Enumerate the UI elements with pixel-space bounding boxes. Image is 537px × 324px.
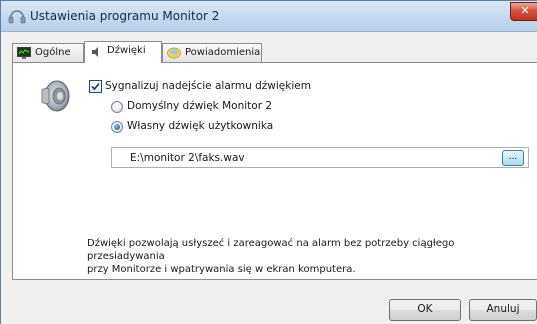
- signal-alarm-label[interactable]: Sygnalizuj nadejście alarmu dźwiękiem: [105, 80, 311, 92]
- default-sound-label[interactable]: Domyślny dźwięk Monitor 2: [127, 100, 272, 112]
- browse-button[interactable]: ...: [502, 150, 524, 166]
- sound-file-path-field[interactable]: [111, 147, 529, 168]
- notification-icon: [167, 47, 181, 59]
- sound-file-path-input[interactable]: [112, 148, 492, 167]
- browse-label: ...: [508, 152, 518, 162]
- custom-sound-label[interactable]: Własny dźwięk użytkownika: [127, 120, 273, 132]
- settings-dialog: Ustawienia programu Monitor 2 ✕ Ogólne D…: [0, 0, 537, 324]
- close-button[interactable]: ✕: [510, 2, 537, 21]
- app-icon: [8, 10, 26, 24]
- default-sound-radio[interactable]: [111, 101, 123, 113]
- cancel-label: Anuluj: [486, 303, 520, 315]
- speaker-icon: [92, 47, 98, 57]
- window-title: Ustawienia programu Monitor 2: [30, 9, 220, 23]
- tab-general-label: Ogólne: [35, 47, 71, 58]
- checkmark-icon: [91, 82, 100, 91]
- tab-sounds[interactable]: Dźwięki: [84, 41, 162, 63]
- tab-notifications[interactable]: Powiadomienia: [162, 43, 262, 62]
- tab-sounds-label: Dźwięki: [107, 45, 146, 56]
- tab-notifications-label: Powiadomienia: [185, 47, 261, 58]
- tab-general[interactable]: Ogólne: [12, 43, 84, 62]
- description-line-1: Dźwięki pozwolają usłyszeć i zareagować …: [87, 238, 455, 262]
- radio-selected-dot: [114, 124, 120, 130]
- close-icon: ✕: [520, 4, 530, 17]
- description-line-2: przy Monitorze i wpatrywania się w ekran…: [87, 264, 356, 275]
- speaker-large-icon: [41, 80, 70, 112]
- sounds-description: Dźwięki pozwolają usłyszeć i zareagować …: [87, 237, 527, 276]
- ok-button[interactable]: OK: [389, 299, 461, 321]
- signal-alarm-checkbox[interactable]: [89, 80, 102, 93]
- custom-sound-radio[interactable]: [111, 121, 123, 133]
- title-bar[interactable]: Ustawienia programu Monitor 2 ✕: [1, 1, 537, 32]
- cancel-button[interactable]: Anuluj: [469, 299, 537, 321]
- ok-label: OK: [417, 303, 433, 315]
- monitor-icon: [17, 47, 31, 59]
